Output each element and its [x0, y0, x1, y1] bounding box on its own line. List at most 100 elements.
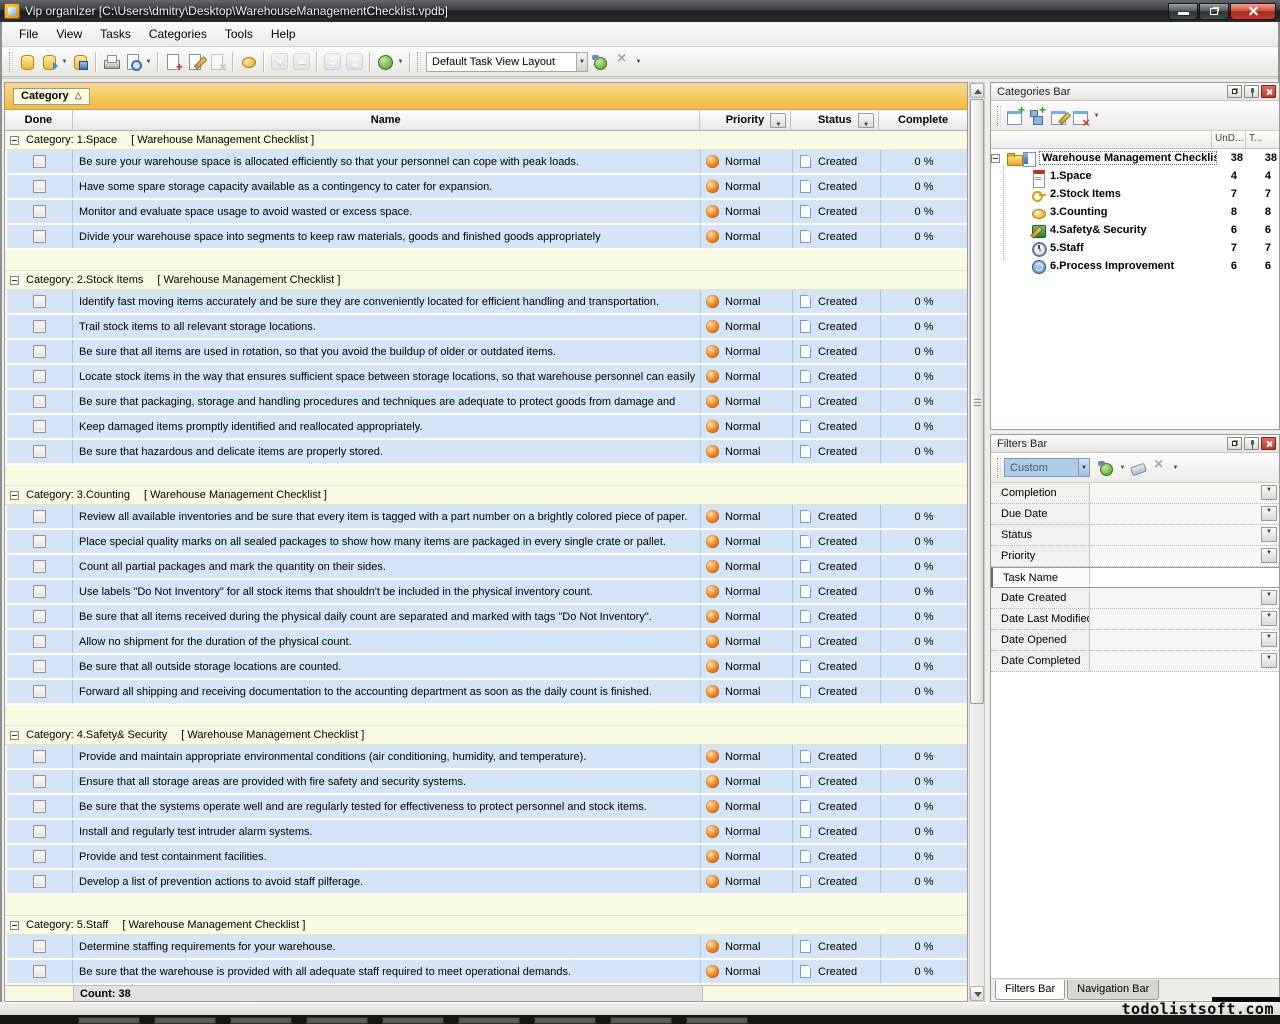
task-row[interactable]: Be sure your warehouse space is allocate… [5, 150, 967, 173]
chevron-down-icon[interactable] [1261, 632, 1277, 647]
delete-task-button[interactable] [206, 51, 228, 73]
close-button[interactable] [1230, 3, 1276, 20]
category-tree-item[interactable]: 6.Process Improvement66 [991, 257, 1279, 275]
chevron-down-icon[interactable] [60, 52, 69, 72]
column-header-complete[interactable]: Complete [879, 110, 967, 130]
chevron-down-icon[interactable] [1078, 459, 1089, 476]
done-checkbox[interactable] [33, 295, 46, 308]
save-database-button[interactable] [69, 51, 91, 73]
collapse-icon[interactable] [10, 276, 19, 285]
column-header-done[interactable]: Done [5, 110, 73, 130]
task-row[interactable]: Keep damaged items promptly identified a… [5, 415, 967, 438]
print-button[interactable] [100, 51, 122, 73]
task-row[interactable]: Divide your warehouse space into segment… [5, 225, 967, 248]
filter-label[interactable]: Completion [991, 483, 1090, 503]
category-tree-item[interactable]: Warehouse Management Checklist3838 [991, 149, 1279, 167]
group-by-category-chip[interactable]: Category [13, 88, 90, 105]
tab-filters-bar[interactable]: Filters Bar [995, 980, 1065, 1000]
new-database-button[interactable] [16, 51, 38, 73]
filter-label[interactable]: Date Opened [991, 630, 1090, 650]
done-checkbox[interactable] [33, 510, 46, 523]
task-row[interactable]: Be sure that hazardous and delicate item… [5, 440, 967, 463]
category-group-header[interactable]: Category: 2.Stock Items[ Warehouse Manag… [5, 271, 967, 290]
task-row[interactable]: Be sure that all outside storage locatio… [5, 655, 967, 678]
menu-file[interactable]: File [10, 24, 47, 44]
filter-label[interactable]: Status [991, 525, 1090, 545]
apply-layout-button[interactable] [590, 51, 612, 73]
share-button[interactable] [374, 51, 396, 73]
tree-column-undone[interactable]: UnD... [1211, 131, 1245, 148]
status-filter-dropdown-icon[interactable] [858, 113, 874, 128]
task-name-filter-input[interactable] [1090, 568, 1279, 587]
filter-preset-combobox[interactable]: Custom [1004, 458, 1090, 477]
layout-combobox[interactable]: Default Task View Layout [426, 52, 588, 72]
collapse-icon[interactable] [10, 731, 19, 740]
task-row[interactable]: Provide and maintain appropriate environ… [5, 745, 967, 768]
filter-value[interactable] [1090, 588, 1261, 608]
edit-task-button[interactable] [184, 51, 206, 73]
collapse-icon[interactable] [10, 921, 19, 930]
category-tree-item[interactable]: 1.Space44 [991, 167, 1279, 185]
minimize-button[interactable] [1168, 3, 1198, 20]
category-group-header[interactable]: Category: 1.Space[ Warehouse Management … [5, 131, 967, 150]
delete-layout-button[interactable] [612, 51, 634, 73]
menu-tools[interactable]: Tools [216, 24, 262, 44]
done-checkbox[interactable] [33, 660, 46, 673]
done-checkbox[interactable] [33, 560, 46, 573]
done-checkbox[interactable] [33, 610, 46, 623]
scroll-up-icon[interactable] [970, 83, 984, 98]
scroll-down-icon[interactable] [970, 986, 984, 1001]
chevron-down-icon[interactable] [1261, 590, 1277, 605]
task-row[interactable]: Be sure that the warehouse is provided w… [5, 960, 967, 983]
chevron-down-icon[interactable] [634, 52, 643, 72]
filter-label[interactable]: Due Date [991, 504, 1090, 524]
delete-filter-button[interactable] [1149, 457, 1171, 479]
category-group-header[interactable]: Category: 5.Staff[ Warehouse Management … [5, 916, 967, 935]
done-checkbox[interactable] [33, 825, 46, 838]
done-checkbox[interactable] [33, 850, 46, 863]
task-row[interactable]: Monitor and evaluate space usage to avoi… [5, 200, 967, 223]
print-preview-button[interactable] [122, 51, 144, 73]
menu-categories[interactable]: Categories [140, 24, 216, 44]
menu-view[interactable]: View [47, 24, 91, 44]
chevron-down-icon[interactable] [576, 53, 587, 71]
priority-filter-dropdown-icon[interactable] [770, 113, 786, 128]
task-row[interactable]: Determine staffing requirements for your… [5, 935, 967, 958]
task-row[interactable]: Forward all shipping and receiving docum… [5, 680, 967, 703]
move-down-button[interactable] [268, 51, 290, 73]
task-row[interactable]: Allow no shipment for the duration of th… [5, 630, 967, 653]
category-group-header[interactable]: Category: 3.Counting[ Warehouse Manageme… [5, 486, 967, 505]
task-row[interactable]: Ensure that all storage areas are provid… [5, 770, 967, 793]
task-row[interactable]: Install and regularly test intruder alar… [5, 820, 967, 843]
tab-navigation-bar[interactable]: Navigation Bar [1067, 980, 1159, 1000]
task-row[interactable]: Be sure that all items are used in rotat… [5, 340, 967, 363]
done-checkbox[interactable] [33, 155, 46, 168]
chevron-down-icon[interactable] [1261, 611, 1277, 626]
task-row[interactable]: Use labels "Do Not Inventory" for all st… [5, 580, 967, 603]
chevron-down-icon[interactable] [396, 52, 405, 72]
filter-value[interactable] [1090, 483, 1261, 503]
panel-close-button[interactable] [1261, 437, 1276, 450]
task-row[interactable]: Be sure that packaging, storage and hand… [5, 390, 967, 413]
done-checkbox[interactable] [33, 420, 46, 433]
done-checkbox[interactable] [33, 685, 46, 698]
filter-label[interactable]: Date Last Modified [991, 609, 1090, 629]
filter-value[interactable] [1090, 525, 1261, 545]
new-category-button[interactable] [1004, 105, 1026, 127]
filter-label[interactable]: Date Created [991, 588, 1090, 608]
new-subcategory-button[interactable] [1026, 105, 1048, 127]
panel-pin-button[interactable] [1244, 437, 1259, 450]
done-checkbox[interactable] [33, 445, 46, 458]
done-checkbox[interactable] [33, 775, 46, 788]
filter-value[interactable] [1090, 609, 1261, 629]
delete-category-button[interactable] [1070, 105, 1092, 127]
tree-column-name[interactable] [991, 131, 1211, 148]
done-checkbox[interactable] [33, 940, 46, 953]
column-header-name[interactable]: Name [73, 110, 700, 130]
task-row[interactable]: Review all available inventories and be … [5, 505, 967, 528]
done-checkbox[interactable] [33, 345, 46, 358]
done-checkbox[interactable] [33, 585, 46, 598]
chevron-down-icon[interactable] [1261, 527, 1277, 542]
done-checkbox[interactable] [33, 205, 46, 218]
collapse-icon[interactable] [10, 136, 19, 145]
